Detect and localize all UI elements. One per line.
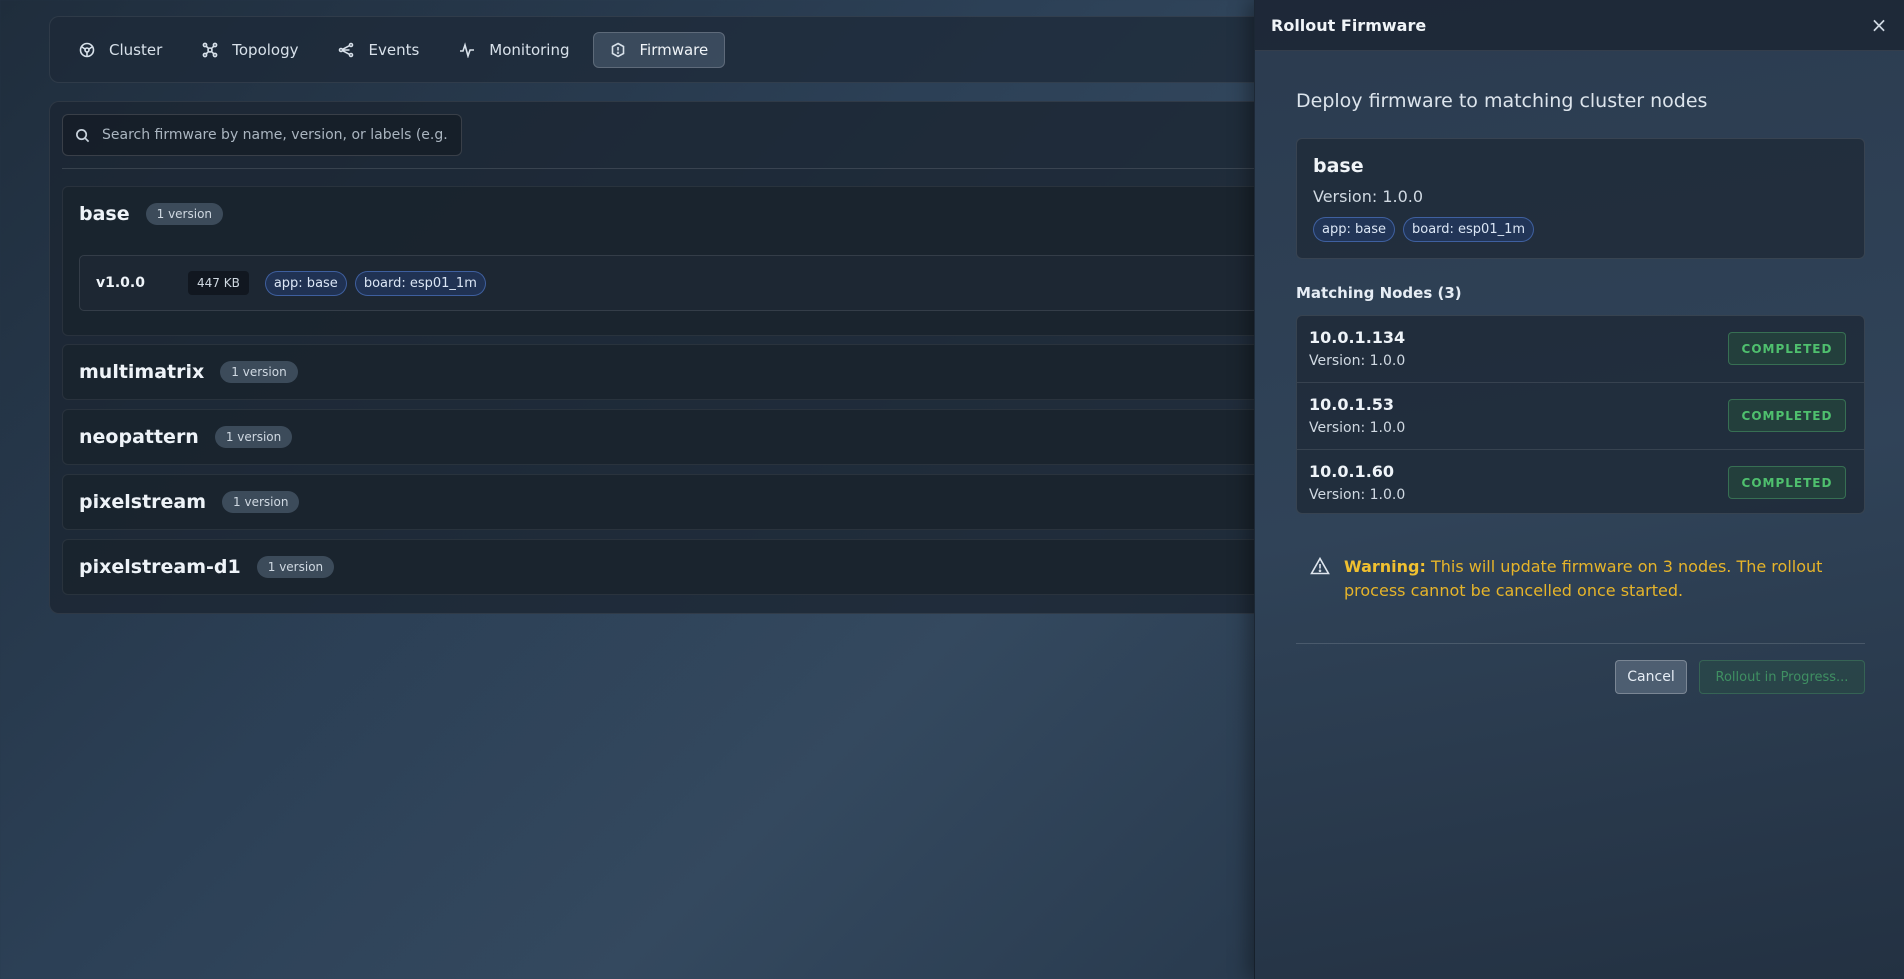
version-label: v1.0.0	[96, 275, 145, 291]
node-version: Version: 1.0.0	[1309, 353, 1406, 369]
firmware-summary-card: base Version: 1.0.0 app: base board: esp…	[1296, 138, 1865, 259]
warning-text: Warning: This will update firmware on 3 …	[1344, 555, 1844, 603]
close-icon[interactable]: ×	[1867, 13, 1891, 37]
node-row: 10.0.1.134 Version: 1.0.0 COMPLETED	[1297, 316, 1864, 383]
firmware-group-header: pixelstream 1 version	[79, 475, 300, 529]
warning-icon	[1310, 556, 1330, 575]
search-box[interactable]	[62, 114, 462, 156]
firmware-group-pixelstream[interactable]: pixelstream 1 version	[62, 474, 1350, 530]
events-icon	[339, 42, 354, 57]
node-version: Version: 1.0.0	[1309, 420, 1406, 436]
search-input[interactable]	[102, 127, 452, 143]
size-badge: 447 KB	[188, 271, 249, 295]
rollout-button[interactable]: Rollout in Progress...	[1699, 660, 1865, 694]
nav-item-topology[interactable]: Topology	[185, 32, 315, 68]
label-pill: board: esp01_1m	[1402, 217, 1535, 242]
nav-item-label: Monitoring	[489, 40, 570, 59]
firmware-group-base: base 1 version v1.0.0 447 KB app: base b…	[62, 186, 1351, 336]
firmware-group-pixelstream-d1[interactable]: pixelstream-d1 1 version	[62, 539, 1350, 595]
firmware-name: multimatrix	[79, 361, 205, 383]
firmware-name: base	[79, 203, 130, 225]
status-badge: COMPLETED	[1728, 332, 1846, 365]
firmware-name: pixelstream	[79, 491, 207, 513]
firmware-name: neopattern	[79, 426, 199, 448]
warning-label: Warning:	[1344, 557, 1426, 576]
status-badge: COMPLETED	[1728, 399, 1846, 432]
firmware-group-header[interactable]: base 1 version	[79, 187, 224, 241]
nav-item-label: Topology	[232, 40, 299, 59]
nav-item-label: Events	[368, 40, 420, 59]
divider	[62, 168, 1348, 169]
firmware-icon	[611, 42, 624, 57]
firmware-name: pixelstream-d1	[79, 556, 241, 578]
nav-item-label: Cluster	[109, 40, 163, 59]
firmware-group-header: pixelstream-d1 1 version	[79, 540, 335, 594]
nav-item-firmware[interactable]: Firmware	[592, 31, 726, 68]
firmware-group-header: neopattern 1 version	[79, 410, 293, 464]
version-count-badge: 1 version	[145, 203, 224, 225]
node-ip: 10.0.1.134	[1309, 328, 1406, 347]
node-row: 10.0.1.60 Version: 1.0.0 COMPLETED	[1297, 450, 1864, 513]
label-pill: app: base	[1313, 217, 1395, 242]
matching-nodes-title: Matching Nodes (3)	[1296, 284, 1462, 302]
drawer-title: Rollout Firmware	[1271, 15, 1427, 35]
version-count-badge: 1 version	[214, 426, 293, 448]
top-nav: Cluster Topology Events Monitoring Firmw…	[49, 16, 1349, 83]
summary-labels: app: base board: esp01_1m	[1313, 217, 1542, 242]
footer-divider	[1296, 643, 1865, 644]
firmware-group-multimatrix[interactable]: multimatrix 1 version	[62, 344, 1350, 400]
cluster-icon	[79, 42, 95, 57]
version-count-badge: 1 version	[220, 361, 298, 383]
version-count-badge: 1 version	[222, 491, 300, 513]
monitoring-icon	[460, 41, 475, 58]
matching-nodes-list: 10.0.1.134 Version: 1.0.0 COMPLETED 10.0…	[1296, 315, 1865, 514]
nav-item-label: Firmware	[639, 40, 709, 59]
nav-item-cluster[interactable]: Cluster	[62, 32, 179, 68]
node-row: 10.0.1.53 Version: 1.0.0 COMPLETED	[1297, 383, 1864, 450]
warning-message: Warning: This will update firmware on 3 …	[1296, 540, 1865, 620]
node-version: Version: 1.0.0	[1309, 487, 1406, 503]
node-ip: 10.0.1.60	[1309, 462, 1395, 481]
firmware-group-header: multimatrix 1 version	[79, 345, 298, 399]
drawer-subtitle: Deploy firmware to matching cluster node…	[1296, 90, 1708, 112]
summary-firmware-name: base	[1313, 155, 1364, 177]
nav-item-events[interactable]: Events	[321, 32, 436, 68]
rollout-drawer: Rollout Firmware × Deploy firmware to ma…	[1254, 0, 1904, 979]
version-count-badge: 1 version	[256, 556, 335, 578]
summary-version: Version: 1.0.0	[1313, 187, 1424, 206]
search-icon	[76, 128, 90, 142]
nav-item-monitoring[interactable]: Monitoring	[442, 32, 586, 68]
firmware-panel: base 1 version v1.0.0 447 KB app: base b…	[49, 101, 1351, 614]
node-ip: 10.0.1.53	[1309, 395, 1395, 414]
firmware-group-neopattern[interactable]: neopattern 1 version	[62, 409, 1350, 465]
topology-icon	[202, 42, 218, 57]
label-pill: board: esp01_1m	[354, 270, 486, 296]
status-badge: COMPLETED	[1728, 466, 1846, 499]
label-pill: app: base	[264, 270, 347, 296]
cancel-button[interactable]: Cancel	[1615, 660, 1687, 694]
drawer-header: Rollout Firmware ×	[1255, 0, 1904, 51]
firmware-version-row[interactable]: v1.0.0 447 KB app: base board: esp01_1m	[79, 255, 1351, 311]
